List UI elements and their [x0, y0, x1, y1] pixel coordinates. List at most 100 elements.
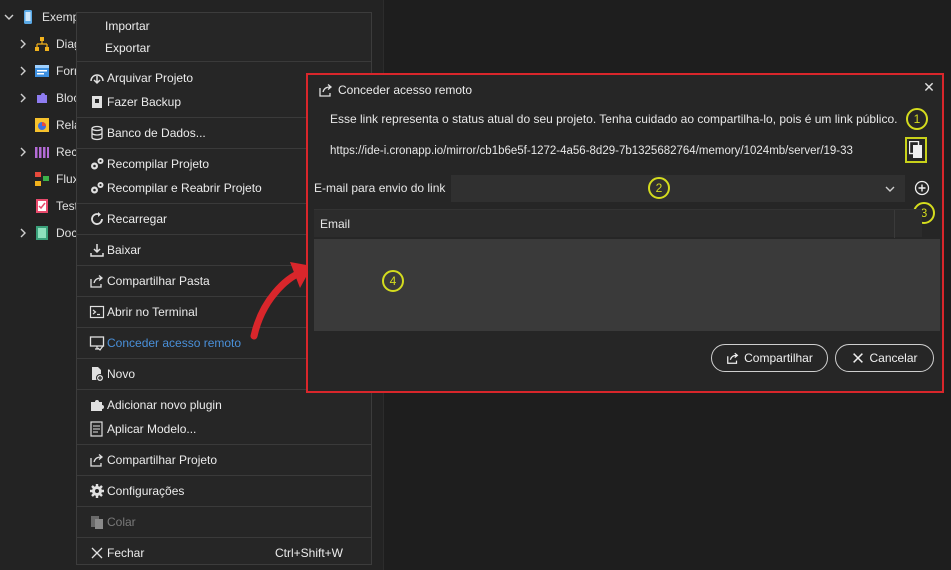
public-link-warning: Esse link representa o status atual do s… — [330, 112, 898, 126]
menu-item-paste[interactable]: Colar — [77, 511, 371, 533]
tree-item-flow[interactable]: Flux — [34, 168, 79, 190]
menu-item-import[interactable]: Importar — [77, 15, 371, 37]
menu-item-label: Baixar — [107, 243, 142, 257]
menu-item-label: Banco de Dados... — [107, 126, 206, 140]
share-button-label: Compartilhar — [744, 351, 813, 365]
dialog-title-bar: Conceder acesso remoto — [318, 82, 472, 98]
marker-2: 2 — [648, 177, 670, 199]
menu-separator — [77, 506, 371, 507]
gears-icon — [91, 158, 104, 170]
email-column-header[interactable]: Email — [320, 217, 350, 231]
backup-icon — [92, 96, 102, 108]
menu-item-label: Compartilhar Projeto — [107, 453, 218, 467]
menu-item-label: Configurações — [107, 484, 185, 498]
menu-separator — [77, 61, 371, 62]
tree-item-diagram[interactable]: Diag — [18, 33, 81, 55]
share-button[interactable]: Compartilhar — [711, 344, 828, 372]
paste-icon — [91, 516, 103, 529]
form-icon — [35, 65, 49, 77]
menu-item-label: Exportar — [105, 41, 151, 55]
tree-item-test[interactable]: Test — [34, 195, 78, 217]
tree-item-form[interactable]: Form — [18, 60, 84, 82]
menu-item-label: Compartilhar Pasta — [107, 274, 210, 288]
menu-item-apply-template[interactable]: Aplicar Modelo... — [77, 418, 371, 440]
menu-item-label: Recarregar — [107, 212, 168, 226]
tree-item-label: Test — [56, 199, 79, 213]
tree-item-doc[interactable]: Doc — [18, 222, 77, 244]
menu-item-label: Importar — [105, 19, 150, 33]
chevron-down-icon[interactable] — [4, 12, 14, 22]
email-table-body — [314, 239, 940, 331]
menu-item-share-project[interactable]: Compartilhar Projeto — [77, 449, 371, 471]
menu-separator — [77, 475, 371, 476]
menu-item-label: Fechar — [107, 546, 145, 560]
close-icon — [91, 547, 103, 559]
download-icon — [90, 244, 104, 257]
resource-icon — [35, 147, 49, 158]
marker-4: 4 — [382, 270, 404, 292]
close-icon — [853, 353, 864, 363]
column-divider — [894, 210, 895, 238]
new-icon — [92, 367, 104, 382]
tree-item-blocks[interactable]: Bloc — [18, 87, 79, 109]
remote-link-text: https://ide-i.cronapp.io/mirror/cb1b6e5f… — [330, 145, 853, 157]
copy-icon — [909, 141, 922, 158]
menu-item-label: Colar — [107, 515, 136, 529]
chevron-right-icon[interactable] — [18, 66, 28, 76]
chevron-right-icon[interactable] — [18, 147, 28, 157]
dialog-title: Conceder acesso remoto — [338, 83, 473, 97]
doc-icon — [36, 226, 48, 240]
cancel-button[interactable]: Cancelar — [835, 344, 934, 372]
menu-item-label: Novo — [107, 367, 136, 381]
remote-access-icon — [89, 336, 105, 351]
share-icon — [90, 454, 104, 467]
diagram-icon — [35, 37, 49, 51]
template-icon — [90, 421, 103, 437]
archive-icon — [90, 74, 104, 85]
menu-item-shortcut: Ctrl+Shift+W — [274, 546, 343, 560]
email-field[interactable] — [451, 175, 905, 202]
close-icon[interactable]: ✕ — [922, 80, 936, 94]
database-icon — [91, 125, 103, 141]
chevron-right-icon[interactable] — [18, 39, 28, 49]
menu-item-label: Arquivar Projeto — [107, 71, 194, 85]
tree-item-label: Doc — [56, 226, 78, 240]
menu-item-label: Conceder acesso remoto — [107, 336, 242, 350]
chevron-right-icon[interactable] — [18, 93, 28, 103]
test-icon — [36, 199, 48, 213]
share-icon — [90, 275, 104, 288]
menu-item-label: Recompilar Projeto — [107, 157, 210, 171]
share-icon — [727, 352, 739, 364]
mobile-project-icon — [24, 10, 32, 24]
remote-access-dialog: Conceder acesso remoto ✕ Esse link repre… — [306, 73, 944, 393]
menu-item-add-plugin[interactable]: Adicionar novo plugin — [77, 394, 371, 416]
share-icon — [319, 84, 333, 97]
tree-item-label: Rec — [56, 145, 78, 159]
reload-icon — [91, 212, 103, 225]
blocks-icon — [37, 93, 47, 103]
cancel-button-label: Cancelar — [869, 351, 918, 365]
terminal-icon — [89, 305, 105, 319]
tree-item-resource[interactable]: Rec — [18, 141, 77, 163]
menu-item-label: Recompilar e Reabrir Projeto — [107, 181, 262, 195]
menu-item-label: Fazer Backup — [107, 95, 182, 109]
menu-item-close[interactable]: Fechar Ctrl+Shift+W — [77, 542, 371, 564]
chevron-down-icon — [885, 186, 895, 192]
tree-item-report[interactable]: Rela — [34, 114, 81, 136]
chevron-right-icon[interactable] — [18, 228, 28, 238]
email-table-header: Email — [314, 209, 922, 238]
menu-separator — [77, 444, 371, 445]
marker-1: 1 — [906, 108, 928, 130]
copy-link-button[interactable] — [905, 137, 927, 163]
gears-icon — [91, 182, 104, 194]
menu-item-settings[interactable]: Configurações — [77, 480, 371, 502]
tree-item-project[interactable]: Exempl — [4, 6, 82, 28]
menu-item-export[interactable]: Exportar — [77, 37, 371, 59]
add-email-button[interactable] — [914, 180, 930, 196]
menu-separator — [77, 537, 371, 538]
flow-icon — [35, 172, 49, 186]
report-icon — [35, 118, 49, 132]
menu-item-label: Abrir no Terminal — [107, 305, 198, 319]
email-field-label: E-mail para envio do link — [314, 181, 446, 195]
menu-item-label: Adicionar novo plugin — [107, 398, 222, 412]
